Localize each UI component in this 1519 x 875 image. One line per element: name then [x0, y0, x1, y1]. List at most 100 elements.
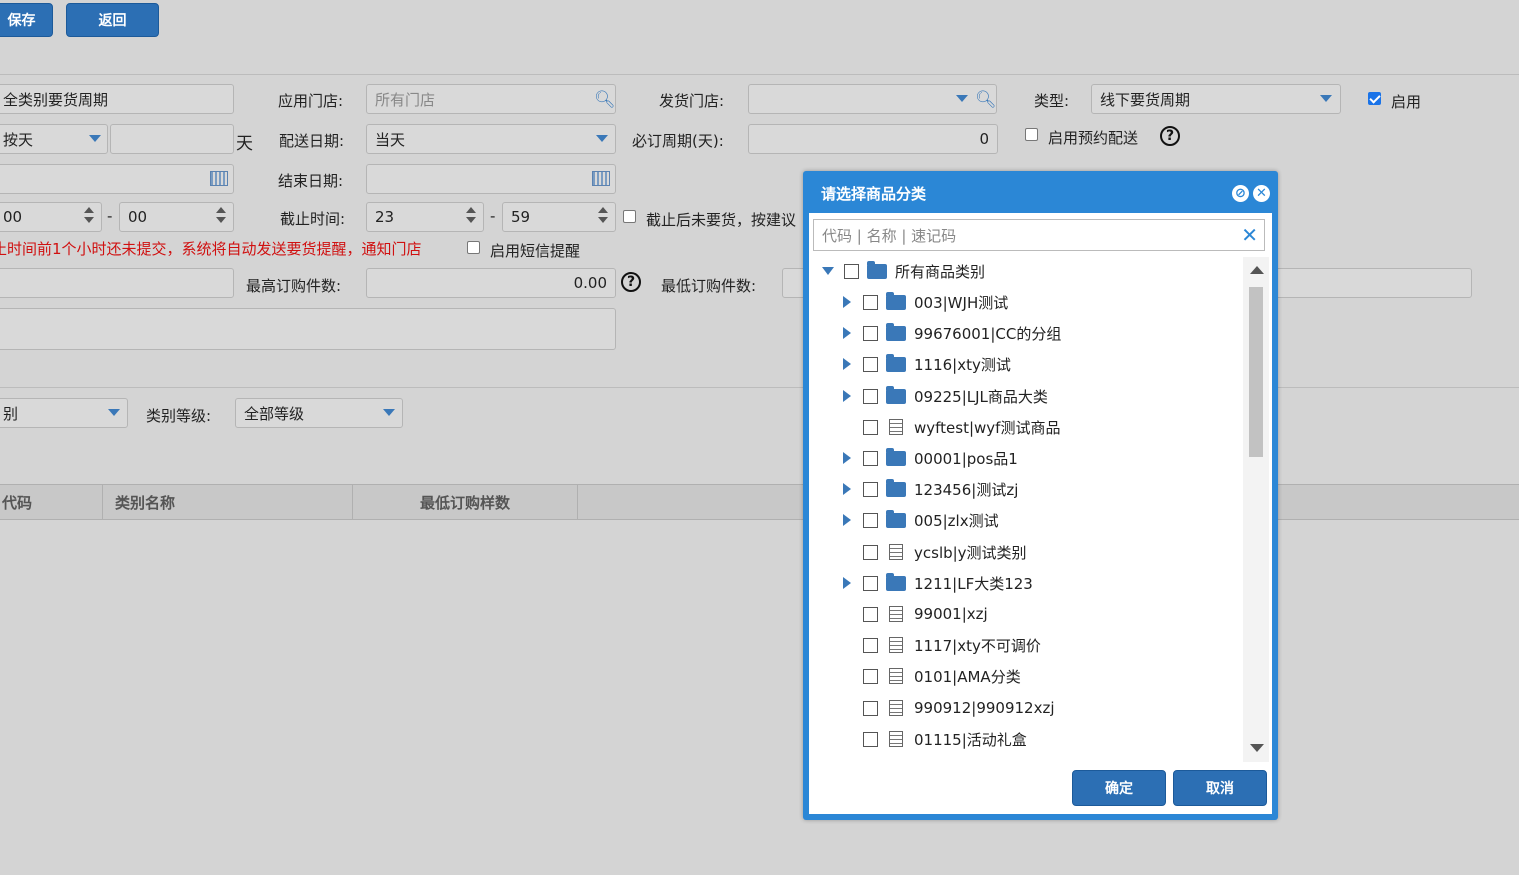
folder-icon [886, 478, 906, 497]
tree-node[interactable]: 1211|LF大类123 [843, 571, 1033, 595]
clear-icon[interactable]: ✕ [1241, 223, 1258, 247]
cancel-button[interactable]: 取消 [1173, 770, 1267, 806]
search-icon[interactable]: 🔍︎ [975, 90, 997, 110]
tree-node[interactable]: 990912|990912xzj [843, 696, 1055, 720]
stepper-icon[interactable] [598, 207, 612, 223]
time-separator: - [490, 207, 496, 225]
save-button[interactable]: 保存 [0, 3, 53, 37]
tree-checkbox[interactable] [863, 419, 878, 435]
end-date-input[interactable] [366, 164, 616, 194]
tree-checkbox[interactable] [863, 606, 878, 622]
tree-checkbox[interactable] [863, 356, 878, 372]
chevron-down-icon[interactable] [89, 135, 101, 142]
required-cycle-input[interactable]: 0 [748, 124, 998, 154]
period-number-input[interactable] [110, 124, 234, 154]
tree-node[interactable]: 123456|测试zj [843, 477, 1018, 501]
enable-checkbox[interactable] [1368, 92, 1381, 105]
tree-checkbox[interactable] [863, 700, 878, 716]
expand-icon[interactable] [843, 327, 851, 339]
tree-checkbox[interactable] [863, 388, 878, 404]
search-icon[interactable]: 🔍︎ [594, 90, 616, 110]
scroll-thumb[interactable] [1249, 287, 1263, 457]
reserve-delivery-checkbox[interactable] [1025, 128, 1038, 141]
tree-node[interactable]: wyftest|wyf测试商品 [843, 415, 1060, 439]
chevron-down-icon[interactable] [383, 409, 395, 416]
tree-node-label: 1211|LF大类123 [914, 574, 1033, 593]
tree-checkbox[interactable] [863, 481, 878, 497]
ok-button[interactable]: 确定 [1072, 770, 1166, 806]
help-icon[interactable]: ? [1160, 126, 1180, 146]
column-header-min-order[interactable]: 最低订购样数 [353, 485, 578, 519]
category-search-input[interactable]: 代码 | 名称 | 速记码 ✕ [813, 219, 1265, 251]
document-icon [889, 544, 903, 560]
tree-node[interactable]: 00001|pos品1 [843, 446, 1018, 470]
expand-icon[interactable] [843, 483, 851, 495]
divider [0, 387, 1519, 388]
scrollbar[interactable] [1243, 257, 1269, 762]
expand-icon[interactable] [843, 390, 851, 402]
folder-icon [886, 572, 906, 591]
chevron-down-icon[interactable] [1320, 95, 1332, 102]
expand-icon[interactable] [843, 452, 851, 464]
remark-textarea[interactable] [0, 308, 616, 350]
tree-checkbox[interactable] [863, 575, 878, 591]
chevron-down-icon[interactable] [956, 95, 968, 102]
expand-icon[interactable] [843, 514, 851, 526]
column-header-code[interactable]: 代码 [0, 485, 103, 519]
tree-node[interactable]: ycslb|y测试类别 [843, 540, 1027, 564]
tree-checkbox[interactable] [863, 637, 878, 653]
sms-reminder-checkbox[interactable] [467, 241, 480, 254]
max-qty-label: 最高订购件数: [246, 277, 342, 295]
tree-checkbox[interactable] [844, 263, 859, 279]
tree-node[interactable]: 99676001|CC的分组 [843, 321, 1061, 345]
tree-checkbox[interactable] [863, 731, 878, 747]
tree-checkbox[interactable] [863, 450, 878, 466]
max-qty-input[interactable]: 0.00 [366, 268, 616, 298]
start-date-input[interactable] [0, 164, 234, 194]
tree-checkbox[interactable] [863, 512, 878, 528]
expand-icon[interactable] [843, 296, 851, 308]
reserve-delivery-label: 启用预约配送 [1048, 129, 1139, 147]
tree-checkbox[interactable] [863, 668, 878, 684]
folder-icon [886, 291, 906, 310]
delivery-date-select[interactable]: 当天 [366, 124, 616, 154]
tree-node[interactable]: 99001|xzj [843, 602, 988, 626]
tree-node-label: ycslb|y测试类别 [914, 543, 1027, 562]
category-level-select[interactable]: 全部等级 [235, 398, 403, 428]
scroll-up-icon[interactable] [1250, 266, 1264, 274]
tree-checkbox[interactable] [863, 544, 878, 560]
tree-node[interactable]: 003|WJH测试 [843, 290, 1008, 314]
chevron-down-icon[interactable] [596, 135, 608, 142]
tree-node[interactable]: 005|zlx测试 [843, 508, 999, 532]
cutoff-after-checkbox[interactable] [623, 210, 636, 223]
tree-node[interactable]: 01115|活动礼盒 [843, 727, 1027, 751]
tree-node[interactable]: 0101|AMA分类 [843, 664, 1021, 688]
apply-store-input[interactable]: 所有门店 [366, 84, 616, 114]
scroll-down-icon[interactable] [1250, 744, 1264, 752]
tree-node[interactable]: 1117|xty不可调价 [843, 633, 1041, 657]
tree-checkbox[interactable] [863, 294, 878, 310]
tree-node[interactable]: 1116|xty测试 [843, 352, 1011, 376]
column-header-category-name[interactable]: 类别名称 [103, 485, 353, 519]
close-icon[interactable]: ✕ [1253, 185, 1270, 202]
tree-root[interactable]: 所有商品类别 [822, 259, 985, 283]
chevron-down-icon[interactable] [108, 409, 120, 416]
calendar-icon[interactable] [592, 171, 610, 186]
minimize-icon[interactable]: ⊘ [1232, 185, 1249, 202]
back-button[interactable]: 返回 [66, 3, 159, 37]
calendar-icon[interactable] [210, 171, 228, 186]
expand-icon[interactable] [822, 267, 834, 275]
stepper-icon[interactable] [466, 207, 480, 223]
stepper-icon[interactable] [84, 207, 98, 223]
document-icon [889, 637, 903, 653]
input-field[interactable] [0, 268, 234, 298]
tree-checkbox[interactable] [863, 325, 878, 341]
expand-icon[interactable] [843, 358, 851, 370]
expand-icon[interactable] [843, 577, 851, 589]
type-select[interactable]: 线下要货周期 [1091, 84, 1341, 114]
document-icon [889, 700, 903, 716]
help-icon[interactable]: ? [621, 272, 641, 292]
cycle-name-input[interactable]: 全类别要货周期 [0, 84, 234, 114]
tree-node[interactable]: 09225|LJL商品大类 [843, 384, 1048, 408]
stepper-icon[interactable] [216, 207, 230, 223]
